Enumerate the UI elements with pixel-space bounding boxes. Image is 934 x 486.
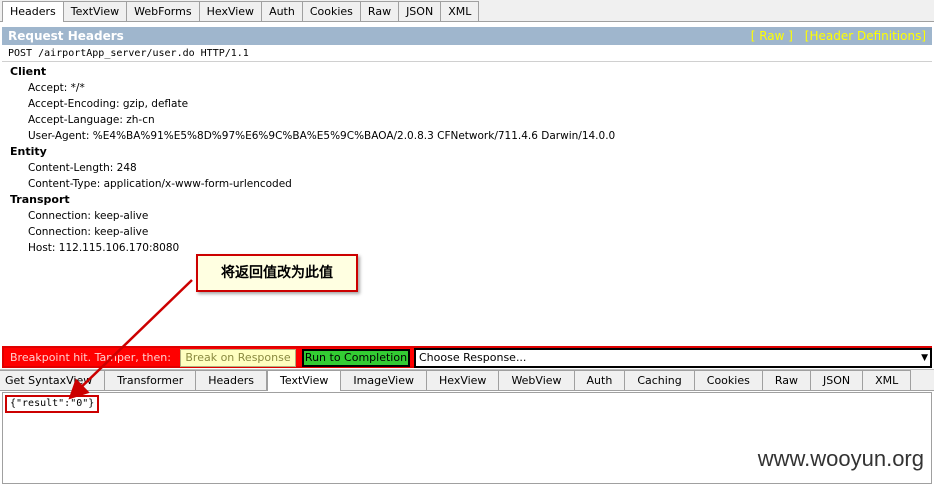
header-accept-encoding[interactable]: Accept-Encoding: gzip, deflate bbox=[2, 96, 932, 112]
header-content-type[interactable]: Content-Type: application/x-www-form-url… bbox=[2, 176, 932, 192]
tab-response-raw[interactable]: Raw bbox=[762, 370, 811, 390]
watermark: www.wooyun.org bbox=[757, 446, 924, 471]
tab-imageview[interactable]: ImageView bbox=[341, 370, 427, 390]
request-headers-title: Request Headers bbox=[8, 29, 124, 43]
tab-raw[interactable]: Raw bbox=[360, 1, 400, 21]
tab-response-xml[interactable]: XML bbox=[863, 370, 912, 390]
chevron-down-icon: ▼ bbox=[921, 353, 928, 363]
response-inspector-tabs: Headers TextView WebForms HexView Auth C… bbox=[0, 0, 934, 22]
break-on-response-button[interactable]: Break on Response bbox=[180, 349, 296, 367]
breakpoint-message: Breakpoint hit. Tamper, then: bbox=[10, 351, 171, 364]
header-host[interactable]: Host: 112.115.106.170:8080 bbox=[2, 240, 932, 256]
tab-response-json[interactable]: JSON bbox=[810, 370, 864, 390]
tab-xml[interactable]: XML bbox=[441, 1, 480, 21]
tab-auth[interactable]: Auth bbox=[262, 1, 303, 21]
tab-get-syntaxview[interactable]: Get SyntaxView bbox=[0, 370, 106, 390]
header-connection-2[interactable]: Connection: keep-alive bbox=[2, 224, 932, 240]
header-content-length[interactable]: Content-Length: 248 bbox=[2, 160, 932, 176]
tab-hexview[interactable]: HexView bbox=[199, 1, 263, 21]
headers-tree: Client Accept: */* Accept-Encoding: gzip… bbox=[2, 64, 932, 342]
response-body-text[interactable]: {"result":"0"} bbox=[5, 395, 100, 413]
tab-cookies[interactable]: Cookies bbox=[302, 1, 361, 21]
tab-webforms[interactable]: WebForms bbox=[127, 1, 200, 21]
group-transport[interactable]: Transport bbox=[2, 192, 932, 208]
tab-response-headers[interactable]: Headers bbox=[196, 370, 268, 390]
tab-json[interactable]: JSON bbox=[399, 1, 442, 21]
group-entity[interactable]: Entity bbox=[2, 144, 932, 160]
tab-response-cookies[interactable]: Cookies bbox=[694, 370, 763, 390]
choose-response-dropdown[interactable]: Choose Response... ▼ bbox=[414, 348, 932, 368]
tab-response-hexview[interactable]: HexView bbox=[426, 370, 500, 390]
tab-headers[interactable]: Headers bbox=[2, 1, 64, 22]
header-connection[interactable]: Connection: keep-alive bbox=[2, 208, 932, 224]
tab-response-textview[interactable]: TextView bbox=[267, 370, 342, 391]
choose-response-value: Choose Response... bbox=[419, 351, 527, 364]
breakpoint-bar: Breakpoint hit. Tamper, then: Break on R… bbox=[2, 346, 932, 368]
raw-link[interactable]: [ Raw ] bbox=[751, 29, 793, 43]
request-headers-bar: Request Headers [ Raw ] [Header Definiti… bbox=[2, 27, 932, 45]
header-accept[interactable]: Accept: */* bbox=[2, 80, 932, 96]
tab-webview[interactable]: WebView bbox=[499, 370, 575, 390]
header-accept-language[interactable]: Accept-Language: zh-cn bbox=[2, 112, 932, 128]
tab-textview[interactable]: TextView bbox=[63, 1, 128, 21]
request-line: POST /airportApp_server/user.do HTTP/1.1 bbox=[2, 46, 932, 62]
header-user-agent[interactable]: User-Agent: %E4%BA%91%E5%8D%97%E6%9C%BA%… bbox=[2, 128, 932, 144]
run-to-completion-button[interactable]: Run to Completion bbox=[302, 349, 410, 367]
tab-response-auth[interactable]: Auth bbox=[574, 370, 626, 390]
group-client[interactable]: Client bbox=[2, 64, 932, 80]
tab-transformer[interactable]: Transformer bbox=[105, 370, 197, 390]
header-definitions-link[interactable]: [Header Definitions] bbox=[805, 29, 926, 43]
tab-caching[interactable]: Caching bbox=[625, 370, 695, 390]
response-tabs: Get SyntaxView Transformer Headers TextV… bbox=[0, 369, 934, 391]
annotation-callout: 将返回值改为此值 bbox=[196, 254, 358, 292]
